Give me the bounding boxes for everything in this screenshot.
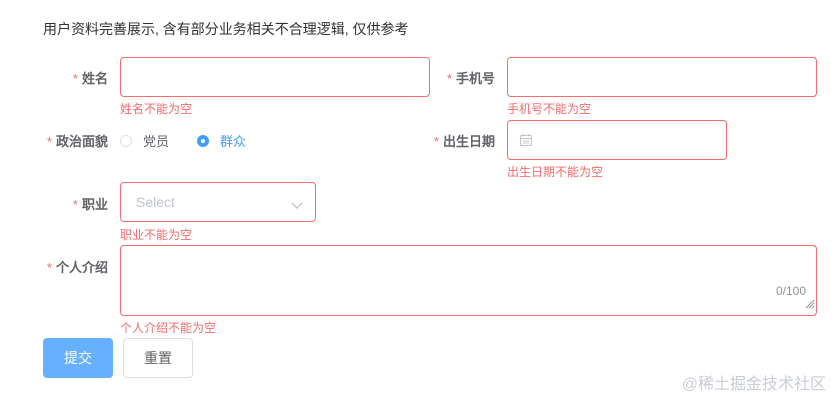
form-description: 用户资料完善展示, 含有部分业务相关不合理逻辑, 仅供参考 [43,21,409,37]
name-label: * 姓名 [72,71,108,86]
birthdate-error: 出生日期不能为空 [507,165,604,179]
resize-handle-icon[interactable] [803,296,815,314]
birthdate-label: * 出生日期 [433,134,495,149]
reset-button[interactable]: 重置 [123,338,193,378]
watermark: @稀土掘金技术社区 [681,376,826,393]
chevron-down-icon[interactable] [291,197,303,215]
radio-checked-icon[interactable] [197,134,210,147]
job-label: * 职业 [72,197,108,212]
intro-textarea[interactable]: 0/100 [120,245,817,316]
phone-input[interactable] [507,57,817,97]
required-mark: * [72,71,78,86]
name-error: 姓名不能为空 [120,102,193,116]
intro-label: * 个人介绍 [46,260,108,275]
radio-label[interactable]: 党员 [143,131,169,150]
required-mark: * [433,134,439,149]
intro-char-counter: 0/100 [775,284,806,298]
birthdate-picker[interactable] [507,120,727,160]
job-select[interactable]: Select [120,182,316,222]
radio-label[interactable]: 群众 [220,131,246,150]
required-mark: * [72,197,78,212]
political-radio-group: 党员 群众 [120,131,274,150]
job-select-placeholder: Select [136,194,175,210]
radio-circle-icon[interactable] [120,134,132,147]
calendar-icon[interactable] [519,133,533,152]
name-input[interactable] [120,57,430,97]
intro-error: 个人介绍不能为空 [120,321,217,335]
required-mark: * [446,71,452,86]
radio-masses[interactable]: 群众 [197,131,246,150]
phone-error: 手机号不能为空 [507,102,592,116]
required-mark: * [46,260,52,275]
submit-button[interactable]: 提交 [43,338,113,378]
radio-party-member[interactable]: 党员 [120,131,169,150]
phone-label: * 手机号 [446,71,495,86]
political-label: * 政治面貌 [46,134,108,149]
required-mark: * [46,134,52,149]
job-error: 职业不能为空 [120,228,193,242]
